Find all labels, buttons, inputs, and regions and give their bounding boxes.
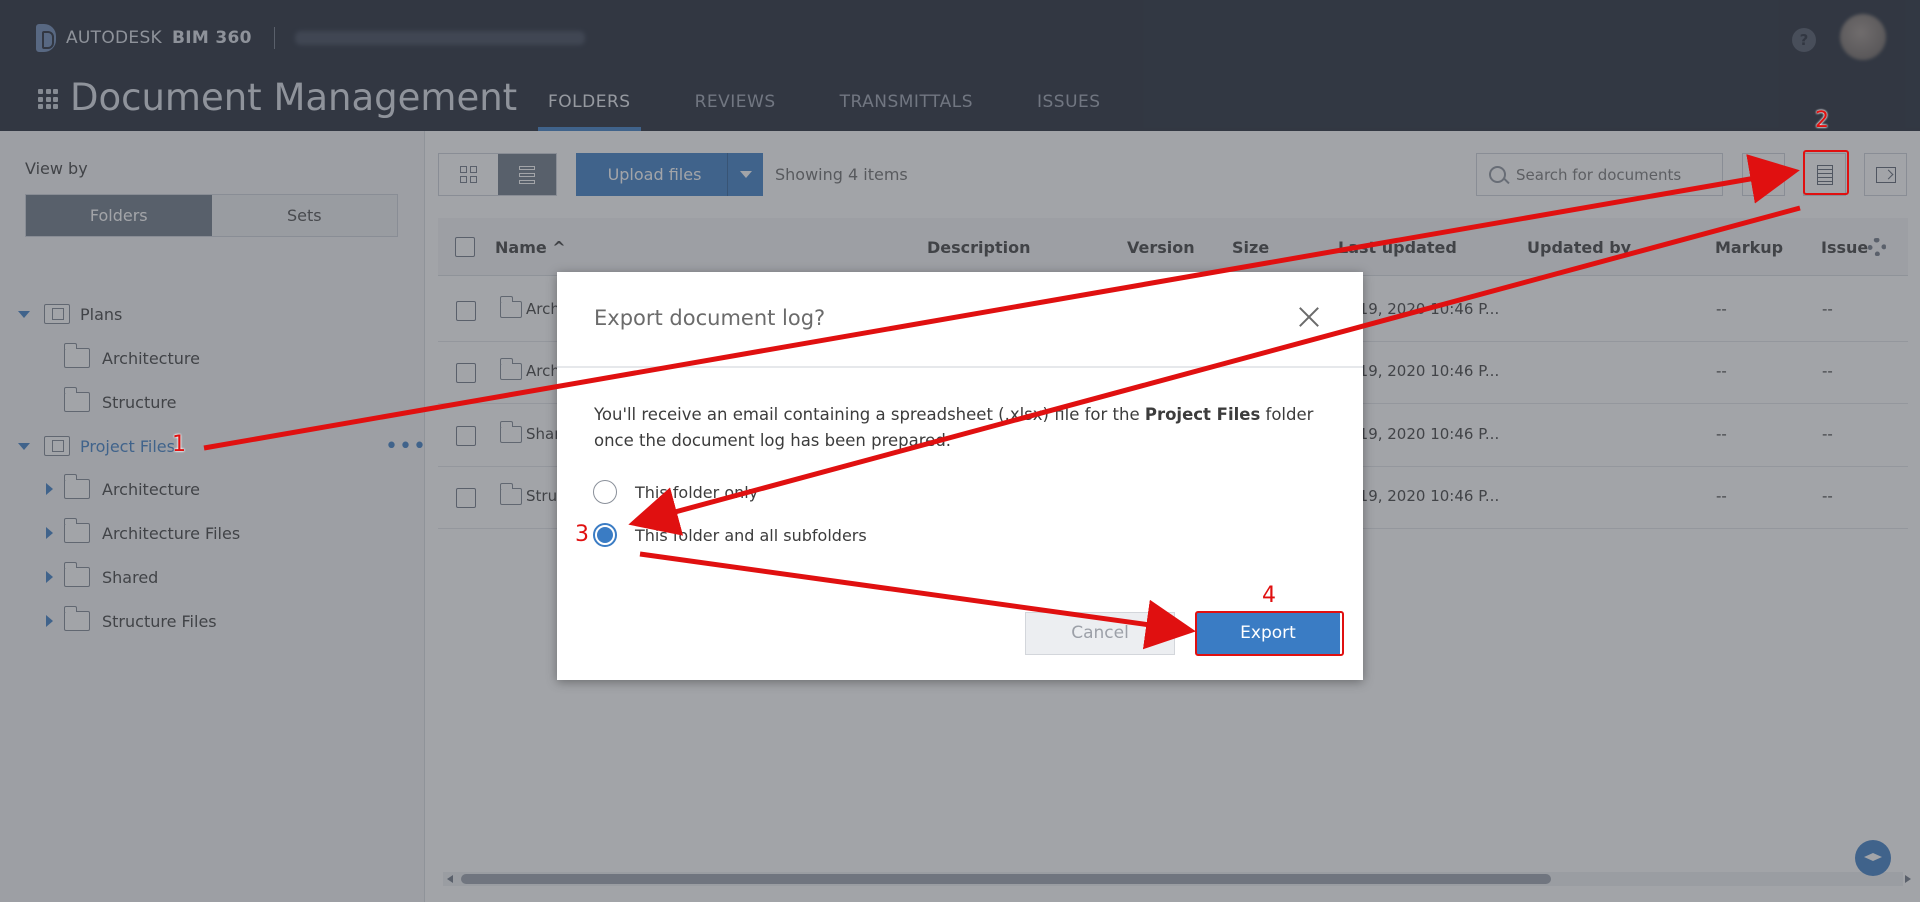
dialog-message: You'll receive an email containing a spr… [594,402,1334,454]
dialog-message-text: You'll receive an email containing a spr… [594,405,1145,424]
highlight-export-log-button [1803,150,1849,195]
step-label-1: 1 [172,432,186,457]
dialog-folder-name: Project Files [1144,405,1261,424]
step-label-3: 3 [575,522,589,547]
option-label: This folder and all subfolders [635,525,867,545]
dialog-divider [557,366,1363,368]
option-label: This folder only [635,482,759,502]
radio-all-subfolders[interactable] [593,523,617,547]
option-folder-only[interactable]: This folder only [593,480,758,504]
step-label-4: 4 [1262,583,1276,608]
close-icon[interactable] [1297,305,1321,329]
radio-folder-only[interactable] [593,480,617,504]
cancel-button[interactable]: Cancel [1025,612,1175,655]
step-label-2: 2 [1815,108,1829,133]
highlight-export-button [1195,611,1344,656]
option-all-subfolders[interactable]: This folder and all subfolders [593,523,867,547]
dialog-title: Export document log? [594,306,826,330]
